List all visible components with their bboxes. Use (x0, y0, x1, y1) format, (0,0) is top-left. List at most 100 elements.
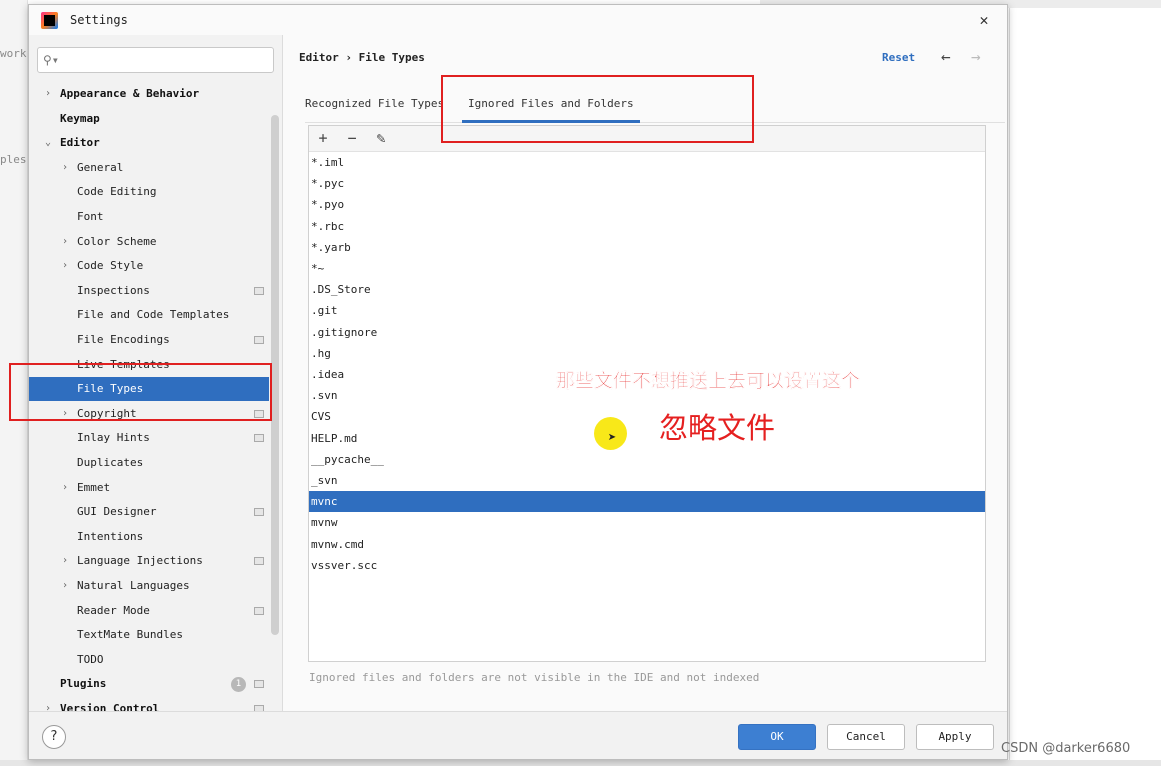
background-ide-area (1009, 8, 1161, 766)
sidebar-item[interactable]: Font (29, 205, 269, 229)
dialog-title: Settings (70, 13, 128, 27)
dialog-footer: ? OK Cancel Apply (29, 711, 1007, 759)
sidebar-item[interactable]: Inspections (29, 279, 269, 303)
sidebar-item-label: File and Code Templates (77, 308, 230, 322)
sidebar-item[interactable]: › Emmet (29, 476, 269, 500)
sidebar-item-label: General (77, 160, 124, 174)
sidebar-item-label: Code Style (77, 259, 144, 273)
sidebar-item[interactable]: File and Code Templates (29, 303, 269, 327)
sidebar-item-label: Font (77, 210, 104, 223)
chevron-right-icon[interactable]: › (62, 230, 74, 254)
sidebar-item[interactable]: File Encodings (29, 328, 269, 352)
sidebar-item-label: Code Editing (77, 185, 157, 199)
tab-recognized-file-types[interactable]: Recognized File Types (305, 97, 444, 123)
ok-button[interactable]: OK (738, 724, 816, 750)
list-item[interactable]: __pycache__ (309, 449, 985, 470)
ignored-files-panel: + − ✎ *.iml *.pyc *.pyo *.rbc *.yarb *~ .DS_St… (308, 125, 986, 662)
background-statusbar (0, 760, 1161, 766)
apply-button[interactable]: Apply (916, 724, 994, 750)
sidebar-item[interactable]: › Language Injections (29, 549, 269, 573)
add-icon[interactable]: + (314, 129, 332, 147)
title-bar: Settings ✕ (29, 5, 1007, 35)
sidebar-item[interactable]: › Natural Languages (29, 574, 269, 598)
sidebar-item[interactable]: Reader Mode (29, 599, 269, 623)
project-scope-icon (254, 557, 264, 566)
sidebar-item-label: TODO (77, 652, 104, 666)
sidebar-item-label: Inspections (77, 283, 150, 297)
list-item[interactable]: mvnc (309, 491, 985, 513)
chevron-right-icon[interactable]: › (45, 82, 57, 106)
project-scope-icon (254, 508, 264, 517)
list-item[interactable]: .gitignore (309, 322, 985, 343)
sidebar-item-label: Editor (60, 136, 100, 150)
sidebar-item[interactable]: ⌄ Editor (29, 131, 269, 155)
forward-arrow-icon[interactable]: → (971, 47, 981, 66)
list-item[interactable]: *.pyc (309, 173, 985, 194)
sidebar-item[interactable]: › Color Scheme (29, 230, 269, 254)
search-icon: ⚲▾ (43, 53, 60, 67)
watermark: CSDN @darker6680 (1001, 741, 1131, 756)
highlight-box-file-types (9, 363, 272, 421)
chevron-right-icon[interactable]: › (62, 549, 74, 573)
mouse-pointer-icon: ➤ (608, 430, 617, 446)
sidebar-item[interactable]: › Version Control (29, 697, 269, 711)
chevron-down-icon[interactable]: ⌄ (45, 131, 57, 155)
edit-icon[interactable]: ✎ (372, 129, 390, 147)
project-scope-icon (254, 286, 264, 295)
list-item[interactable]: mvnw.cmd (309, 534, 985, 555)
sidebar-item-label: Emmet (77, 480, 111, 494)
list-item[interactable]: *~ (309, 258, 985, 279)
ignored-files-hint: Ignored files and folders are not visibl… (309, 671, 760, 684)
sidebar-item-label: Plugins (60, 677, 107, 691)
list-item[interactable]: .git (309, 300, 985, 321)
sidebar-item-label: Appearance & Behavior (60, 87, 200, 100)
sidebar-item[interactable]: TODO (29, 648, 269, 672)
sidebar-item[interactable]: Code Editing (29, 180, 269, 204)
sidebar-item[interactable]: › General (29, 156, 269, 180)
sidebar-item-label: Color Scheme (77, 234, 157, 248)
chevron-right-icon[interactable]: › (62, 156, 74, 180)
chevron-right-icon[interactable]: › (45, 697, 57, 711)
list-item[interactable]: *.rbc (309, 216, 985, 237)
intellij-logo-icon (41, 12, 58, 29)
reset-link[interactable]: Reset (882, 51, 915, 64)
project-scope-icon (254, 606, 264, 615)
updates-badge: 1 (231, 677, 246, 693)
sidebar-item[interactable]: Intentions (29, 525, 269, 549)
list-item[interactable]: .hg (309, 343, 985, 364)
list-item[interactable]: CVS (309, 406, 985, 427)
list-item[interactable]: *.iml (309, 152, 985, 173)
sidebar-item-label: Inlay Hints (77, 431, 150, 445)
sidebar-item-label: Language Injections (77, 554, 203, 568)
sidebar-item[interactable]: GUI Designer (29, 500, 269, 524)
list-item[interactable]: HELP.md (309, 428, 985, 449)
cancel-button[interactable]: Cancel (827, 724, 905, 750)
close-icon[interactable]: ✕ (975, 11, 993, 29)
chevron-right-icon[interactable]: › (62, 574, 74, 598)
sidebar-item[interactable]: › Appearance & Behavior (29, 82, 269, 106)
chevron-right-icon[interactable]: › (62, 476, 74, 500)
sidebar-item[interactable]: Inlay Hints (29, 426, 269, 450)
sidebar-item-label: Duplicates (77, 456, 144, 469)
list-item[interactable]: mvnw (309, 512, 985, 533)
back-arrow-icon[interactable]: ← (941, 47, 951, 66)
highlight-box-ignored-tab (441, 75, 754, 143)
sidebar-item[interactable]: Duplicates (29, 451, 269, 475)
list-item[interactable]: .DS_Store (309, 279, 985, 300)
sidebar-item-label: Reader Mode (77, 603, 150, 617)
list-item[interactable]: *.yarb (309, 237, 985, 258)
chevron-right-icon[interactable]: › (62, 254, 74, 278)
settings-search-input[interactable]: ⚲▾ (37, 47, 274, 73)
sidebar-scrollbar[interactable] (271, 115, 279, 635)
sidebar-item[interactable]: Plugins 1 (29, 672, 269, 696)
sidebar-item[interactable]: › Code Style (29, 254, 269, 278)
list-item[interactable]: *.pyo (309, 194, 985, 215)
sidebar-item[interactable]: TextMate Bundles (29, 623, 269, 647)
list-item[interactable]: _svn (309, 470, 985, 491)
sidebar-item[interactable]: Keymap (29, 107, 269, 131)
remove-icon[interactable]: − (343, 129, 361, 147)
help-icon[interactable]: ? (42, 725, 66, 749)
list-item[interactable]: vssver.scc (309, 555, 985, 576)
project-scope-icon (254, 336, 264, 344)
settings-dialog: Settings ✕ ⚲▾ › Appearance & Behavior Keym… (9, 4, 1008, 760)
